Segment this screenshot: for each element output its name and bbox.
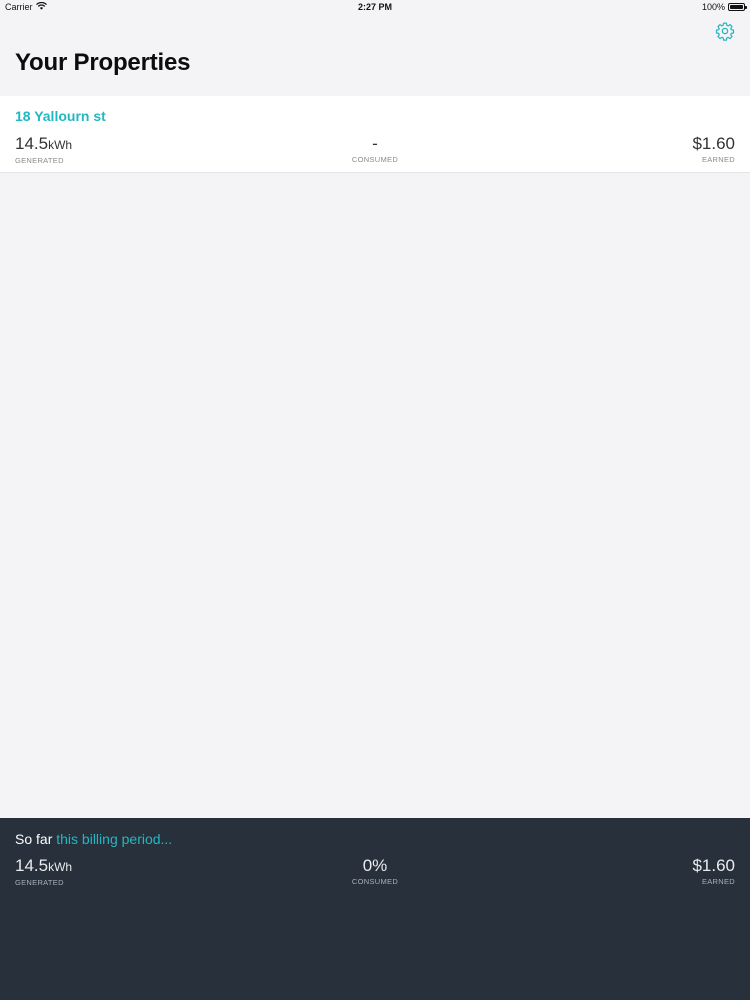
consumed-value: - [372,134,378,153]
summary-consumed-value: 0% [362,856,388,875]
summary-highlight: this billing period... [56,831,173,847]
summary-earned-stat: $1.60 EARNED [692,856,735,886]
earned-value: $1.60 [692,134,735,153]
summary-consumed-stat: 0% CONSUMED [0,856,750,886]
battery-icon [728,3,747,11]
consumed-stat: - CONSUMED [0,134,750,164]
earned-label: EARNED [701,155,735,164]
consumed-label: CONSUMED [351,155,399,164]
summary-title: So far this billing period... [15,831,172,847]
battery-level [730,5,743,9]
summary-earned-label: EARNED [701,877,735,886]
earned-stat: $1.60 EARNED [692,134,735,164]
billing-summary-panel: So far this billing period... 14.5kWh GE… [0,818,750,1000]
status-time: 2:27 PM [357,2,392,12]
properties-screen: Carrier 2:27 PM 100% Your Properties 18 … [0,0,750,1000]
status-bar: Carrier 2:27 PM 100% [0,0,750,16]
battery-percent: 100% [701,2,725,12]
settings-button[interactable] [714,20,736,42]
status-right: 100% [701,2,747,12]
summary-prefix: So far [15,831,53,847]
property-card[interactable]: 18 Yallourn st 14.5kWh GENERATED - CONSU… [0,96,750,173]
summary-consumed-label: CONSUMED [351,877,399,886]
summary-earned-value: $1.60 [692,856,735,875]
page-title: Your Properties [15,49,191,76]
gear-icon [715,22,735,41]
property-name: 18 Yallourn st [15,108,106,124]
